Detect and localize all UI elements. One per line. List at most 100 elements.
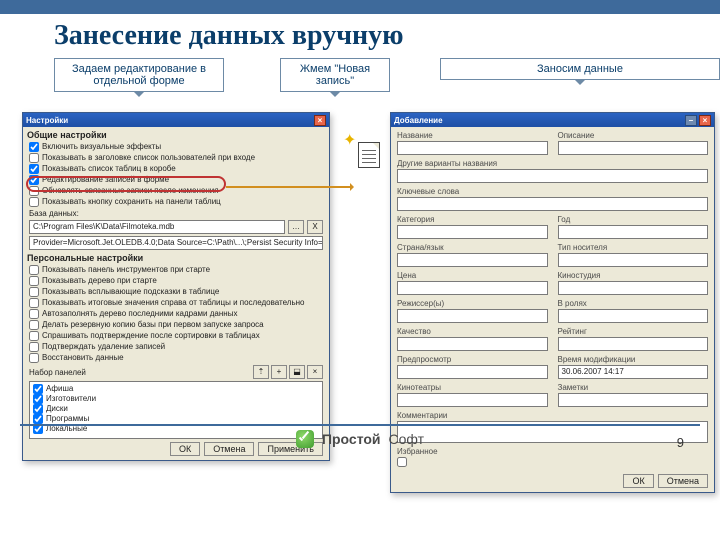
lbl: В ролях [558, 299, 709, 308]
price-input[interactable] [397, 281, 548, 295]
chk-label: Восстановить данные [42, 353, 124, 363]
theatre-input[interactable] [397, 393, 548, 407]
lbl: Страна/язык [397, 243, 548, 252]
page-number: 9 [677, 435, 684, 450]
callout-new-record: Жмем "Новая запись" [280, 58, 390, 92]
lbl: Киностудия [558, 271, 709, 280]
desc-input[interactable] [558, 141, 709, 155]
callout-enter-data: Заносим данные [440, 58, 720, 80]
minimize-icon[interactable]: – [685, 115, 697, 126]
slide-title: Занесение данных вручную [54, 20, 720, 52]
chk-p2[interactable] [29, 287, 39, 297]
keywords-input[interactable] [397, 197, 708, 211]
ok-button[interactable]: ОК [623, 474, 653, 488]
rating-input[interactable] [558, 337, 709, 351]
lbl: Категория [397, 215, 548, 224]
chk-save-button[interactable] [29, 197, 39, 207]
group-personal-label: Персональные настройки [27, 253, 325, 263]
stock-input[interactable] [558, 281, 709, 295]
lbl: Время модификации [558, 355, 709, 364]
year-input[interactable] [558, 225, 709, 239]
fav-checkbox[interactable] [397, 457, 407, 467]
panel-del-button[interactable]: × [307, 365, 323, 379]
panel-item[interactable] [33, 394, 43, 404]
lbl: Описание [558, 131, 709, 140]
name-input[interactable] [397, 141, 548, 155]
chk-label: Спрашивать подтверждение после сортировк… [42, 331, 260, 341]
lbl: Рейтинг [558, 327, 709, 336]
browse-button[interactable]: … [288, 220, 304, 234]
chk-p3[interactable] [29, 298, 39, 308]
panel-item[interactable] [33, 384, 43, 394]
director-input[interactable] [397, 309, 548, 323]
panel-item[interactable] [33, 414, 43, 424]
close-icon[interactable]: × [699, 115, 711, 126]
chk-p8[interactable] [29, 353, 39, 363]
chk-label: Показывать всплывающие подсказки в табли… [42, 287, 219, 297]
chk-p0[interactable] [29, 265, 39, 275]
panel-label: Изготовители [46, 394, 96, 404]
category-input[interactable] [397, 225, 548, 239]
chk-p5[interactable] [29, 320, 39, 330]
chk-label: Показывать панель инструментов при старт… [42, 265, 210, 275]
new-record-icon[interactable] [346, 136, 380, 168]
lbl: Год [558, 215, 709, 224]
divider [20, 424, 700, 426]
quality-input[interactable] [397, 337, 548, 351]
lbl: Качество [397, 327, 548, 336]
db-path-input[interactable]: C:\Program Files\K\Data\Filmoteka.mdb [29, 220, 285, 234]
edited-input[interactable]: 30.06.2007 14:17 [558, 365, 709, 379]
footer-brand2: Софт [389, 431, 425, 447]
conn-string-input[interactable]: Provider=Microsoft.Jet.OLEDB.4.0;Data So… [29, 236, 323, 250]
chk-p6[interactable] [29, 331, 39, 341]
chk-label: Обновлять связанные записи после изменен… [42, 186, 219, 196]
note-input[interactable] [558, 393, 709, 407]
cancel-button[interactable]: Отмена [658, 474, 708, 488]
country-input[interactable] [397, 253, 548, 267]
panels-label: Набор панелей [29, 368, 86, 377]
chk-refresh-linked[interactable] [29, 186, 39, 196]
lbl: Другие варианты названия [397, 159, 708, 168]
chk-p1[interactable] [29, 276, 39, 286]
panel-add-button[interactable]: + [271, 365, 287, 379]
chk-label: Делать резервную копию базы при первом з… [42, 320, 264, 330]
lbl: Тип носителя [558, 243, 709, 252]
chk-label: Показывать итоговые значения справа от т… [42, 298, 305, 308]
sparkle-icon [343, 132, 359, 148]
chk-p4[interactable] [29, 309, 39, 319]
group-general-label: Общие настройки [27, 130, 325, 140]
lbl: Заметки [558, 383, 709, 392]
lbl: Предпросмотр [397, 355, 548, 364]
preview-input[interactable] [397, 365, 548, 379]
roles-input[interactable] [558, 309, 709, 323]
chk-p7[interactable] [29, 342, 39, 352]
close-icon[interactable]: × [314, 115, 326, 126]
chk-userlist[interactable] [29, 153, 39, 163]
chk-tablelist[interactable] [29, 164, 39, 174]
chk-label: Включить визуальные эффекты [42, 142, 161, 152]
chk-label: Показывать в заголовке список пользовате… [42, 153, 255, 163]
chk-edit-in-form[interactable] [29, 175, 39, 185]
lbl: Избранное [397, 447, 708, 456]
footer-brand1: Простой [322, 431, 381, 447]
lbl: Название [397, 131, 548, 140]
settings-title: Настройки [26, 116, 68, 125]
db-label: База данных: [29, 209, 79, 218]
lbl: Цена [397, 271, 548, 280]
panel-edit-button[interactable]: ⬓ [289, 365, 305, 379]
chk-label: Редактирование записей в форме [42, 175, 169, 185]
chk-label: Показывать дерево при старте [42, 276, 157, 286]
panel-up-button[interactable]: ⇡ [253, 365, 269, 379]
sql-button[interactable]: X [307, 220, 323, 234]
chk-label: Автозаполнять дерево последними кадрами … [42, 309, 237, 319]
other-input[interactable] [397, 169, 708, 183]
panel-label: Диски [46, 404, 68, 414]
mediatype-input[interactable] [558, 253, 709, 267]
panel-item[interactable] [33, 404, 43, 414]
lbl: Ключевые слова [397, 187, 708, 196]
chk-label: Подтверждать удаление записей [42, 342, 165, 352]
chk-visual-effects[interactable] [29, 142, 39, 152]
lbl: Комментарии [397, 411, 708, 420]
pointer-arrow [226, 186, 352, 188]
panel-label: Афиша [46, 384, 73, 394]
